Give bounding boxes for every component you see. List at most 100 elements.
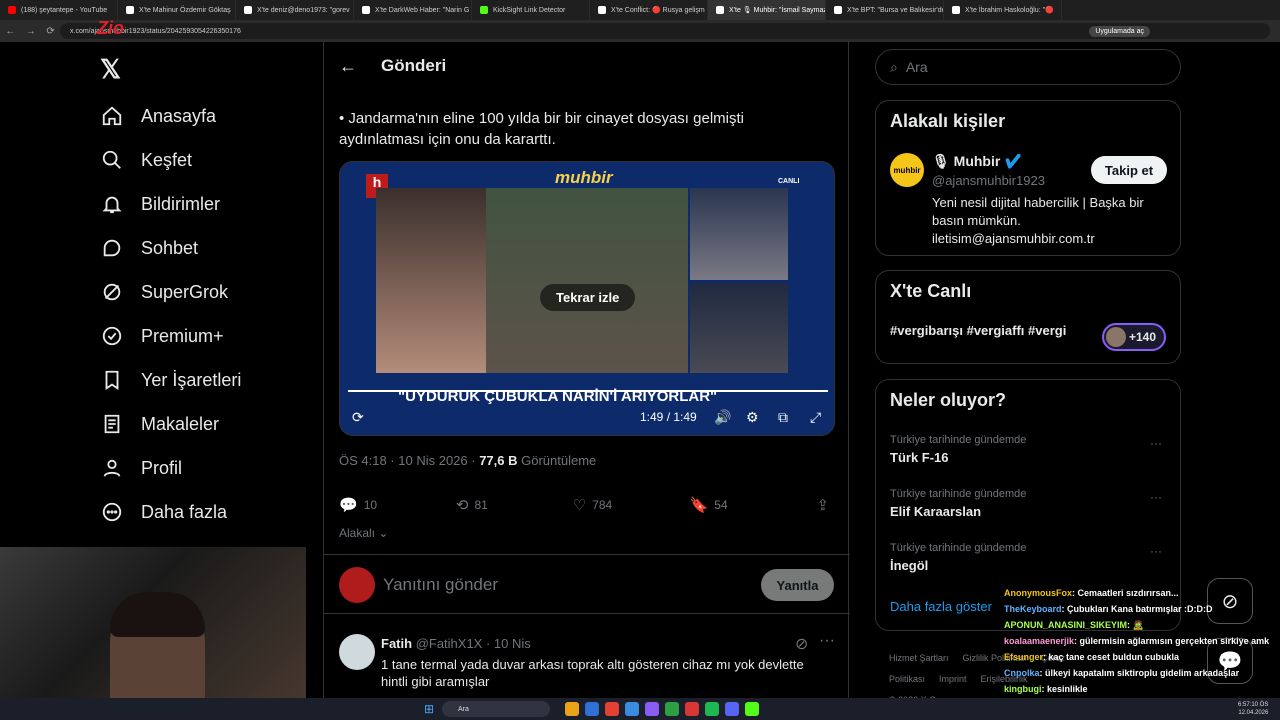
sort-dropdown[interactable]: Alakalı ⌄ [339, 526, 388, 540]
share-action[interactable]: ⇪ [816, 496, 835, 514]
nav-item-grok[interactable]: SuperGrok [100, 272, 228, 312]
tab-favicon-icon [126, 6, 134, 14]
grok-icon[interactable]: ⊘ [795, 634, 808, 654]
app-icon[interactable] [565, 702, 579, 716]
app-icon[interactable] [745, 702, 759, 716]
open-in-app-button[interactable]: Uygulamada aç [1089, 25, 1150, 37]
trend-item[interactable]: Türkiye tarihinde gündemde Elif Karaarsla… [890, 488, 1170, 519]
profile-name[interactable]: 🎙 Muhbir ✔ [932, 153, 1022, 170]
taskbar-search[interactable]: Ara [442, 701, 550, 717]
chat-text: : kesinlikle [1041, 684, 1088, 694]
footer-link[interactable]: Imprint [939, 674, 967, 684]
browser-tab[interactable]: (188) şeytantepe - YouTube [0, 0, 118, 20]
browser-tab[interactable]: X'te Mahinur Özdemir Göktaş [118, 0, 236, 20]
x-logo-icon[interactable]: 𝕏 [100, 54, 121, 85]
trend-item[interactable]: Türkiye tarihinde gündemde İnegöl ··· [890, 542, 1170, 573]
app-icon[interactable] [685, 702, 699, 716]
more-icon[interactable]: ··· [1150, 490, 1162, 504]
app-icon[interactable] [725, 702, 739, 716]
video-progress-bar[interactable] [348, 390, 828, 392]
chat-user: TheKeyboard [1004, 604, 1062, 614]
tab-title: X'te İbrahim Haskoloğlu: "🔴 [965, 7, 1054, 14]
replay-button[interactable]: Tekrar izle [540, 284, 636, 311]
reply-action[interactable]: 💬 10 [339, 496, 456, 514]
nav-item-person[interactable]: Profil [100, 448, 182, 488]
follow-button[interactable]: Takip et [1091, 156, 1167, 184]
tab-title: X'te deniz@deno1973: "gorev [257, 6, 350, 14]
chat-text: : Çubukları Kana batırmışlar :D:D:D [1061, 604, 1213, 614]
windows-taskbar: ⊞ Ara 6:57:10 ÖS 12.04.2026 [0, 698, 1280, 720]
stream-chat: AnonymousFox: Cemaatleri sızdırırsan... T… [1004, 585, 1274, 697]
reply-button[interactable]: Yanıtla [761, 569, 834, 601]
trend-topic: Elif Karaarslan [890, 504, 982, 519]
browser-tab[interactable]: X'te 🎙 Muhbir: "İsmail Saymaz [708, 0, 826, 20]
browser-tab[interactable]: KickSight Link Detector [472, 0, 590, 20]
browser-tab[interactable]: X'te deniz@deno1973: "gorev [236, 0, 354, 20]
post-text: • Jandarma'nın eline 100 yılda bir bir c… [339, 110, 744, 148]
tab-title: KickSight Link Detector [493, 6, 566, 14]
more-icon[interactable]: ··· [1150, 544, 1162, 558]
app-icon[interactable] [625, 702, 639, 716]
app-icon[interactable] [705, 702, 719, 716]
url-field[interactable]: x.com/ajansmuhbir1923/status/20425930542… [60, 23, 1270, 39]
fullscreen-icon[interactable]: ⤢ [810, 409, 821, 426]
reload-icon[interactable]: ⟳ [46, 26, 54, 37]
nav-item-article[interactable]: Makaleler [100, 404, 219, 444]
repost-action[interactable]: ⟲ 81 [456, 496, 573, 514]
tab-title: X'te DarkWeb Haber: "Narin G [375, 6, 470, 14]
pip-icon[interactable]: ⧉ [778, 409, 788, 426]
trend-context: Türkiye tarihinde gündemde [890, 434, 1027, 446]
app-icon[interactable] [665, 702, 679, 716]
bookmark-action[interactable]: 🔖 54 [690, 496, 807, 514]
live-panel: X'te Canlı #vergibarışı #vergiaffı #verg… [875, 270, 1181, 364]
heart-icon: ♡ [572, 497, 587, 514]
browser-tab[interactable]: X'te DarkWeb Haber: "Narin G [354, 0, 472, 20]
live-tags[interactable]: #vergibarışı #vergiaffı #vergi [890, 323, 1066, 338]
live-label: CANLI [778, 178, 800, 185]
panel-title: X'te Canlı [890, 281, 972, 301]
volume-icon[interactable]: 🔊 [714, 409, 731, 426]
reply-input[interactable]: Yanıtını gönder [383, 575, 498, 595]
live-space-badge[interactable]: +140 [1102, 323, 1166, 351]
nav-item-bell[interactable]: Bildirimler [100, 184, 220, 224]
browser-tab[interactable]: X'te BPT: "Bursa ve Balıkesir'de [826, 0, 944, 20]
browser-tab[interactable]: X'te İbrahim Haskoloğlu: "🔴 [944, 0, 1062, 20]
panel-title: Neler oluyor? [890, 390, 1007, 410]
forward-arrow-icon[interactable]: → [26, 26, 36, 37]
chat-message: APONUN_ANASINI_SIKEYIM: 🧟 [1004, 617, 1274, 633]
chat-text: : Cemaatleri sızdırırsan... [1072, 588, 1179, 598]
show-more-link[interactable]: Daha fazla göster [890, 599, 992, 614]
more-icon[interactable]: ··· [819, 632, 835, 650]
trend-item[interactable]: Türkiye tarihinde gündemde Türk F-16 ··· [890, 434, 1170, 465]
like-action[interactable]: ♡ 784 [573, 496, 690, 514]
nav-item-search[interactable]: Keşfet [100, 140, 192, 180]
avatar [1106, 327, 1126, 347]
live-count: +140 [1128, 330, 1156, 344]
search-input[interactable]: ⌕ Ara [875, 49, 1181, 85]
nav-item-home[interactable]: Anasayfa [100, 96, 216, 136]
chat-message: TheKeyboard: Çubukları Kana batırmışlar … [1004, 601, 1274, 617]
nav-item-verified[interactable]: Premium+ [100, 316, 224, 356]
chat-user: koalaamaenerjik [1004, 636, 1075, 646]
avatar[interactable]: muhbir [890, 153, 924, 187]
nav-item-chat[interactable]: Sohbet [100, 228, 198, 268]
profile-bio: Yeni nesil dijital habercilik | Başka bi… [932, 195, 1144, 246]
windows-start-icon[interactable]: ⊞ [424, 702, 434, 716]
app-icon[interactable] [585, 702, 599, 716]
browser-tab[interactable]: X'te Conflict: 🔴 Rusya gelişm [590, 0, 708, 20]
nav-item-more[interactable]: Daha fazla [100, 492, 227, 532]
more-icon[interactable]: ··· [1150, 436, 1162, 450]
footer-link[interactable]: Hizmet Şartları [889, 653, 949, 663]
back-arrow-icon[interactable]: ← [339, 56, 357, 77]
video-player[interactable]: h muhbir CANLI "UYDURUK ÇUBUKLA NARİN'İ … [339, 161, 835, 436]
replay-icon[interactable]: ⟳ [352, 409, 364, 426]
chat-text: : 🧟 [1127, 620, 1144, 630]
nav-item-bookmark[interactable]: Yer İşaretleri [100, 360, 241, 400]
tab-title: X'te Conflict: 🔴 Rusya gelişm [611, 7, 705, 14]
settings-icon[interactable]: ⚙ [746, 409, 759, 426]
video-frame-scene [486, 188, 688, 373]
tab-favicon-icon [834, 6, 842, 14]
back-arrow-icon[interactable]: ← [5, 26, 15, 37]
app-icon[interactable] [645, 702, 659, 716]
app-icon[interactable] [605, 702, 619, 716]
